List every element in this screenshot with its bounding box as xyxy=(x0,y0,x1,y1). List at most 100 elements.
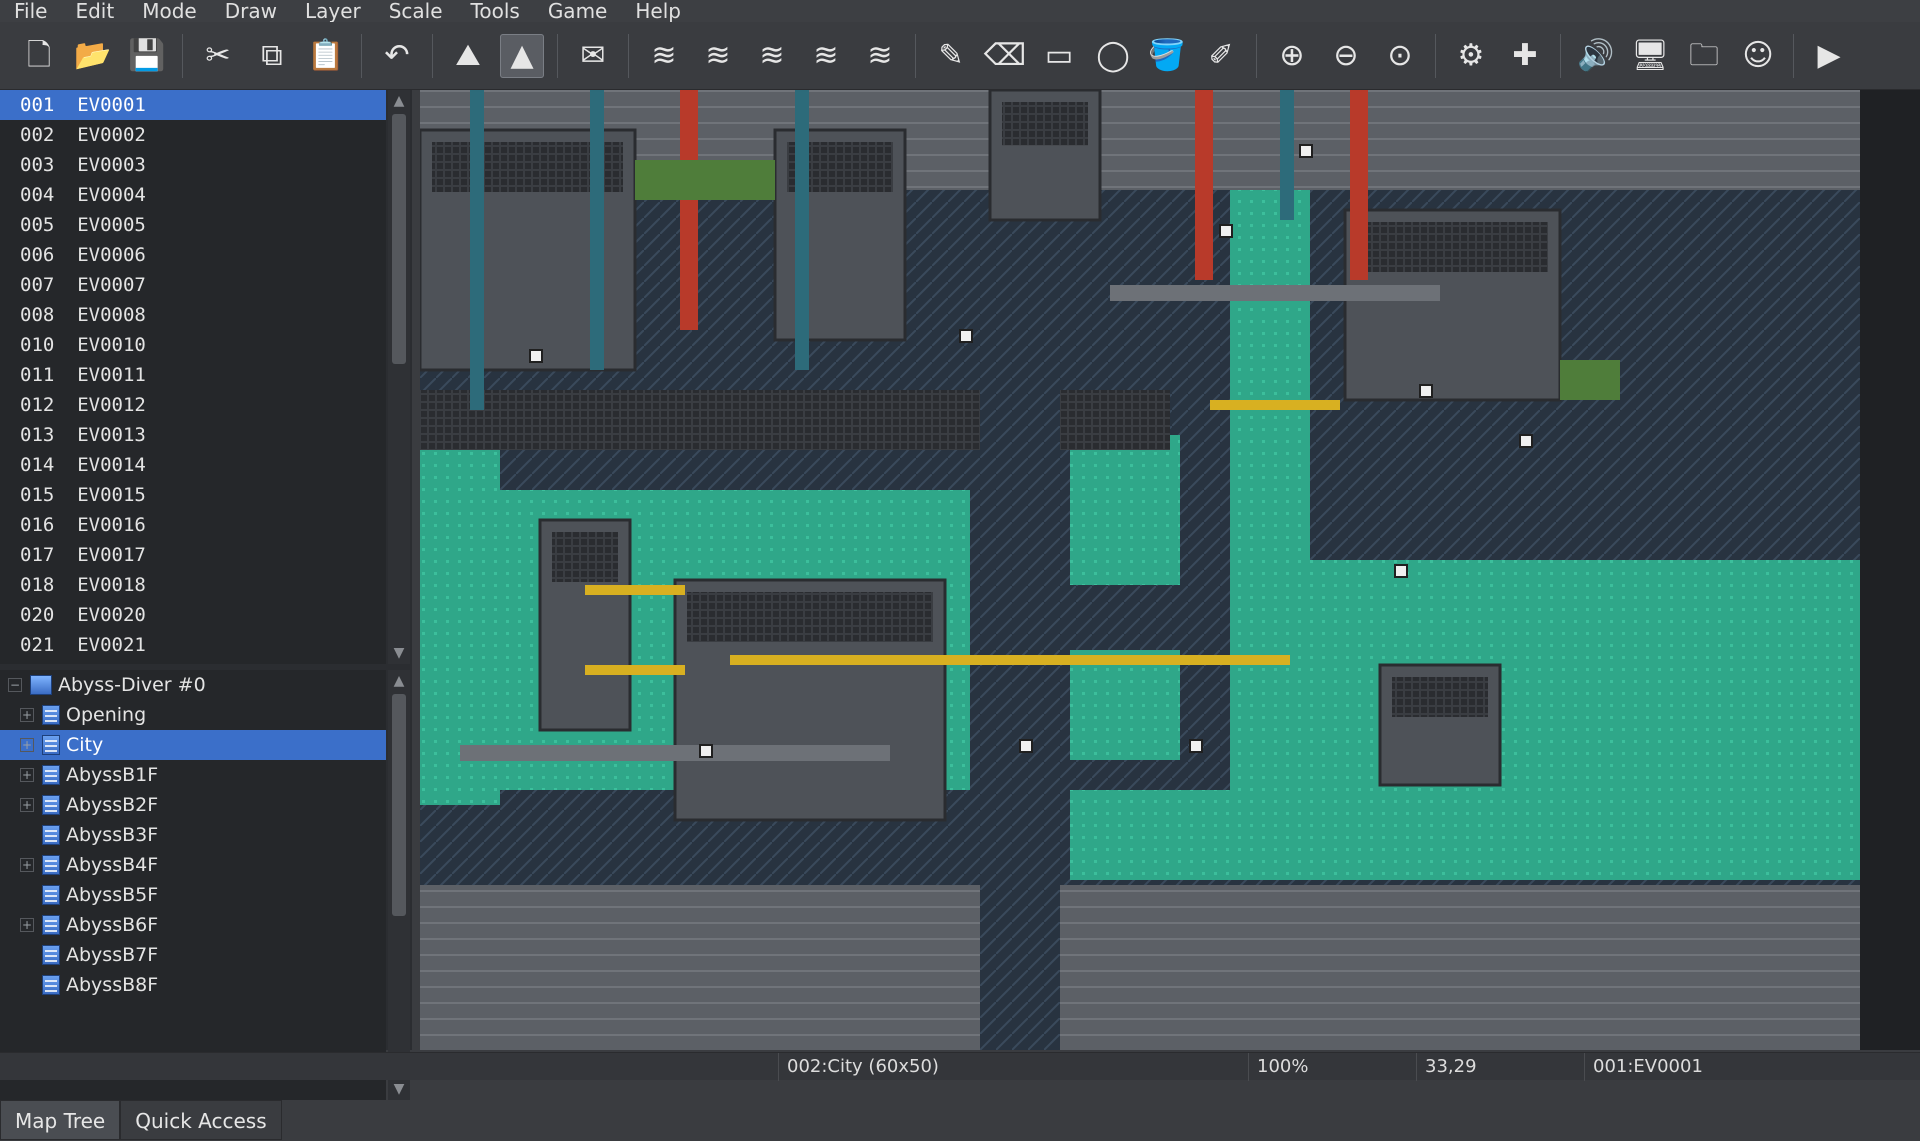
expand-icon[interactable]: + xyxy=(20,768,34,782)
rectangle-button[interactable]: ▭ xyxy=(1037,34,1081,78)
scroll-thumb[interactable] xyxy=(392,694,406,916)
tab-quick-access[interactable]: Quick Access xyxy=(120,1100,282,1140)
new-project-icon: 🗋 xyxy=(26,37,52,73)
layer-3-button[interactable]: ≋ xyxy=(750,34,794,78)
event-list-item[interactable]: 005 EV0005 xyxy=(0,210,386,240)
layer-auto-button[interactable]: ≋ xyxy=(858,34,902,78)
tree-item-city[interactable]: + City xyxy=(0,730,386,760)
menu-game[interactable]: Game xyxy=(534,0,622,22)
map-view[interactable] xyxy=(418,88,1920,1050)
toolbar-separator xyxy=(1435,33,1436,78)
new-project-button[interactable]: 🗋 xyxy=(17,34,61,78)
fill-button[interactable]: 🪣 xyxy=(1145,34,1189,78)
expand-icon[interactable]: + xyxy=(20,918,34,932)
expand-icon[interactable]: + xyxy=(20,798,34,812)
event-list-item[interactable]: 010 EV0010 xyxy=(0,330,386,360)
zoom-actual-button[interactable]: ⊙ xyxy=(1378,34,1422,78)
event-marker xyxy=(529,349,543,363)
collapse-icon[interactable]: − xyxy=(8,678,22,692)
expand-icon[interactable]: + xyxy=(20,708,34,722)
scroll-down-arrow-icon[interactable]: ▼ xyxy=(388,1078,410,1100)
resource-manager-button[interactable]: 🗀 xyxy=(1682,34,1726,78)
ellipse-button[interactable]: ◯ xyxy=(1091,34,1135,78)
event-list-item[interactable]: 004 EV0004 xyxy=(0,180,386,210)
zoom-in-button[interactable]: ⊕ xyxy=(1270,34,1314,78)
menu-help[interactable]: Help xyxy=(621,0,695,22)
pencil-button[interactable]: ✎ xyxy=(929,34,973,78)
tree-item-abyssb8f[interactable]: AbyssB8F xyxy=(0,970,386,1000)
character-generator-button[interactable]: ☺ xyxy=(1736,34,1780,78)
zoom-out-icon: ⊖ xyxy=(1333,37,1359,73)
menu-scale[interactable]: Scale xyxy=(375,0,457,22)
menu-mode[interactable]: Mode xyxy=(128,0,211,22)
zoom-out-button[interactable]: ⊖ xyxy=(1324,34,1368,78)
map-icon xyxy=(42,735,60,755)
event-list-scrollbar[interactable]: ▲ ▼ xyxy=(388,90,410,664)
playtest-button[interactable]: ▶ xyxy=(1807,34,1851,78)
toolbar-separator xyxy=(182,33,183,78)
tab-map-tree[interactable]: Map Tree xyxy=(0,1100,121,1140)
tree-item-abyssb5f[interactable]: AbyssB5F xyxy=(0,880,386,910)
open-project-button[interactable]: 📂 xyxy=(71,34,115,78)
region-mode-icon: ✉ xyxy=(580,37,606,73)
event-list-item[interactable]: 006 EV0006 xyxy=(0,240,386,270)
shadow-pen-button[interactable]: ✐ xyxy=(1199,34,1243,78)
eraser-icon: ⌫ xyxy=(983,37,1027,73)
menu-file[interactable]: File xyxy=(0,0,61,22)
expand-icon[interactable]: + xyxy=(20,738,34,752)
scroll-down-arrow-icon[interactable]: ▼ xyxy=(388,642,410,664)
menu-edit[interactable]: Edit xyxy=(61,0,128,22)
cut-button[interactable]: ✂ xyxy=(196,34,240,78)
event-marker xyxy=(1189,739,1203,753)
event-list-item[interactable]: 011 EV0011 xyxy=(0,360,386,390)
event-mode-button[interactable]: ▲ xyxy=(500,33,544,78)
tree-item-opening[interactable]: + Opening xyxy=(0,700,386,730)
copy-button[interactable]: ⧉ xyxy=(250,34,294,78)
tree-item-abyssb1f[interactable]: + AbyssB1F xyxy=(0,760,386,790)
event-list-item[interactable]: 014 EV0014 xyxy=(0,450,386,480)
event-list-item[interactable]: 008 EV0008 xyxy=(0,300,386,330)
plugin-manager-button[interactable]: ✚ xyxy=(1503,34,1547,78)
tree-item-abyssb7f[interactable]: AbyssB7F xyxy=(0,940,386,970)
eraser-button[interactable]: ⌫ xyxy=(983,34,1027,78)
layer-2-button[interactable]: ≋ xyxy=(696,34,740,78)
tree-project-root[interactable]: − Abyss-Diver #0 xyxy=(0,670,386,700)
event-list-item[interactable]: 016 EV0016 xyxy=(0,510,386,540)
event-list-item[interactable]: 003 EV0003 xyxy=(0,150,386,180)
tree-item-abyssb3f[interactable]: AbyssB3F xyxy=(0,820,386,850)
map-canvas[interactable] xyxy=(418,88,1920,1050)
scroll-thumb[interactable] xyxy=(392,114,406,364)
scroll-up-arrow-icon[interactable]: ▲ xyxy=(388,670,410,692)
layer-4-button[interactable]: ≋ xyxy=(804,34,848,78)
event-list-item[interactable]: 020 EV0020 xyxy=(0,600,386,630)
tree-item-label: AbyssB3F xyxy=(66,824,159,846)
menu-layer[interactable]: Layer xyxy=(291,0,375,22)
sound-test-button[interactable]: 🔊 xyxy=(1574,34,1618,78)
event-list-item[interactable]: 021 EV0021 xyxy=(0,630,386,660)
layer-1-button[interactable]: ≋ xyxy=(642,34,686,78)
event-list-item[interactable]: 001 EV0001 xyxy=(0,90,386,120)
expand-icon[interactable]: + xyxy=(20,858,34,872)
event-list-item[interactable]: 018 EV0018 xyxy=(0,570,386,600)
map-tree-scrollbar[interactable]: ▲ ▼ xyxy=(388,670,410,1100)
event-searcher-button[interactable]: 🖥 xyxy=(1628,34,1672,78)
tree-item-label: AbyssB8F xyxy=(66,974,159,996)
tree-item-abyssb4f[interactable]: + AbyssB4F xyxy=(0,850,386,880)
paste-button[interactable]: 📋 xyxy=(304,34,348,78)
event-list-item[interactable]: 013 EV0013 xyxy=(0,420,386,450)
menu-tools[interactable]: Tools xyxy=(457,0,534,22)
event-list-item[interactable]: 015 EV0015 xyxy=(0,480,386,510)
event-list-item[interactable]: 012 EV0012 xyxy=(0,390,386,420)
database-button[interactable]: ⚙ xyxy=(1449,34,1493,78)
map-mode-button[interactable]: ⛰ xyxy=(446,34,490,78)
event-list-item[interactable]: 017 EV0017 xyxy=(0,540,386,570)
save-project-button[interactable]: 💾 xyxy=(125,34,169,78)
tree-item-abyssb6f[interactable]: + AbyssB6F xyxy=(0,910,386,940)
scroll-up-arrow-icon[interactable]: ▲ xyxy=(388,90,410,112)
event-list-item[interactable]: 002 EV0002 xyxy=(0,120,386,150)
region-mode-button[interactable]: ✉ xyxy=(571,34,615,78)
menu-draw[interactable]: Draw xyxy=(211,0,291,22)
undo-button[interactable]: ↶ xyxy=(375,34,419,78)
event-list-item[interactable]: 007 EV0007 xyxy=(0,270,386,300)
tree-item-abyssb2f[interactable]: + AbyssB2F xyxy=(0,790,386,820)
